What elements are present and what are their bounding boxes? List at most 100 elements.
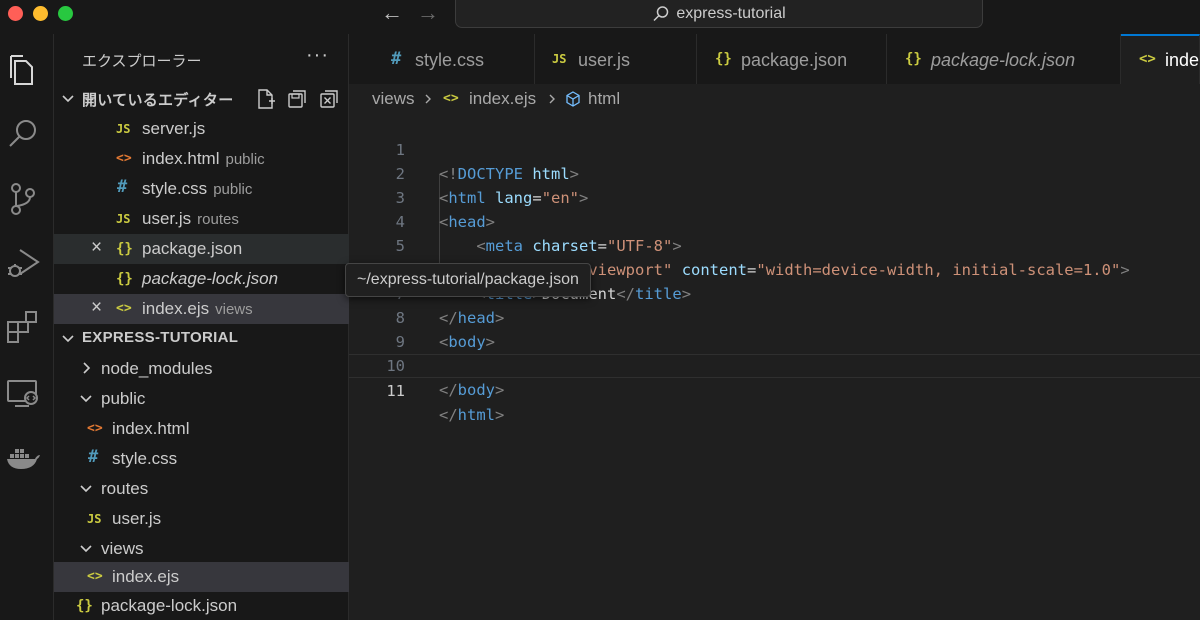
code-line: 9 xyxy=(349,306,1200,351)
new-file-icon[interactable] xyxy=(254,88,276,110)
json-file-icon: {} xyxy=(116,271,133,287)
tree-label: routes xyxy=(101,479,149,498)
open-editor-item[interactable]: # style.css public xyxy=(54,174,349,204)
title-bar: ← → express-tutorial xyxy=(0,0,1200,34)
tab-user-js[interactable]: JS user.js xyxy=(535,34,697,84)
tree-file[interactable]: # style.css xyxy=(54,444,349,474)
open-editor-item[interactable]: <> index.html public xyxy=(54,144,349,174)
tab-label: package-lock.json xyxy=(931,50,1076,70)
open-editor-label: style.css xyxy=(142,179,208,198)
editor-tab-bar: # style.css JS user.js {} package.json {… xyxy=(349,34,1200,84)
tab-label: inde xyxy=(1165,50,1200,70)
docker-icon[interactable] xyxy=(5,442,41,478)
open-editor-item[interactable]: × {} package.json xyxy=(54,234,349,264)
tab-package-lock-json[interactable]: {} package-lock.json xyxy=(887,34,1121,84)
css-file-icon: # xyxy=(88,447,99,467)
open-editor-label: user.js xyxy=(142,209,192,228)
open-editors-header[interactable]: 開いているエディター xyxy=(54,84,349,114)
explorer-header: エクスプローラー ··· xyxy=(54,34,349,84)
file-path-tooltip: ~/express-tutorial/package.json xyxy=(345,263,591,297)
close-editor-icon[interactable]: × xyxy=(91,237,102,259)
tree-folder[interactable]: routes xyxy=(54,474,349,504)
line-number: 11 xyxy=(386,382,405,400)
remote-explorer-icon[interactable] xyxy=(5,376,41,412)
symbol-class-icon xyxy=(566,91,580,107)
code-line: 5 <meta name="viewport" content="width=d… xyxy=(349,210,1200,279)
tree-folder[interactable]: node_modules xyxy=(54,354,349,384)
tab-style-css[interactable]: # style.css xyxy=(349,34,535,84)
tree-file[interactable]: <> index.html xyxy=(54,414,349,444)
tree-label: public xyxy=(101,389,146,408)
open-editor-label: server.js xyxy=(142,119,206,138)
code-line: 3 <head> xyxy=(349,162,1200,231)
code-line: 6 <title>Document</title> xyxy=(349,234,1200,303)
tree-file[interactable]: JS user.js xyxy=(54,504,349,534)
tree-file[interactable]: {} package-lock.json xyxy=(54,591,349,620)
close-editor-icon[interactable]: × xyxy=(91,297,102,319)
tab-package-json[interactable]: {} package.json xyxy=(697,34,887,84)
breadcrumb-folder[interactable]: views xyxy=(372,89,415,109)
zoom-window-button[interactable] xyxy=(58,6,73,21)
js-file-icon: JS xyxy=(116,212,131,226)
open-editor-item[interactable]: JS server.js xyxy=(54,114,349,144)
run-debug-icon[interactable] xyxy=(5,244,41,280)
chevron-down-icon xyxy=(62,95,74,103)
tree-label: user.js xyxy=(112,509,162,528)
tree-label: node_modules xyxy=(101,359,213,378)
source-control-icon[interactable] xyxy=(5,180,41,216)
ejs-file-icon: <> xyxy=(116,301,132,316)
tree-label: index.html xyxy=(112,419,190,438)
tab-label: package.json xyxy=(741,50,848,70)
open-editor-desc: public xyxy=(213,181,253,198)
explorer-sidebar: エクスプローラー ··· 開いているエディター JS server.js <> … xyxy=(54,34,349,620)
html-file-icon: <> xyxy=(87,421,103,436)
code-line: 4 <meta charset="UTF-8"> xyxy=(349,186,1200,255)
json-file-icon: {} xyxy=(905,51,922,67)
forward-arrow-icon[interactable]: → xyxy=(417,2,439,24)
tree-label: style.css xyxy=(112,449,178,468)
command-center-search[interactable]: express-tutorial xyxy=(455,0,983,28)
tab-label: style.css xyxy=(415,50,485,70)
open-editor-item[interactable]: {} package-lock.json xyxy=(54,264,349,294)
project-folder-header[interactable]: EXPRESS-TUTORIAL xyxy=(54,324,349,354)
json-file-icon: {} xyxy=(715,51,732,67)
close-all-editors-icon[interactable] xyxy=(318,88,340,110)
code-editor[interactable]: 1 <!DOCTYPE html> 2 <html lang="en"> 3 <… xyxy=(349,114,1200,620)
tree-folder[interactable]: public xyxy=(54,384,349,414)
extensions-icon[interactable] xyxy=(5,309,41,345)
code-line: 1 <!DOCTYPE html> xyxy=(349,114,1200,183)
breadcrumb-file[interactable]: index.ejs xyxy=(469,89,536,109)
save-all-icon[interactable] xyxy=(286,88,308,110)
files-icon[interactable] xyxy=(5,52,41,88)
more-actions-icon[interactable]: ··· xyxy=(306,44,329,67)
code-line-current: 11 </html> xyxy=(349,354,1200,424)
chevron-down-icon xyxy=(80,545,92,553)
ejs-file-icon: <> xyxy=(443,91,459,106)
tree-label: index.ejs xyxy=(112,567,180,586)
code-line: 10 </body> xyxy=(349,330,1200,399)
chevron-down-icon xyxy=(62,335,74,343)
explorer-title: エクスプローラー xyxy=(82,53,202,70)
minimize-window-button[interactable] xyxy=(33,6,48,21)
code-line: 2 <html lang="en"> xyxy=(349,138,1200,207)
chevron-right-icon xyxy=(549,94,555,104)
close-window-button[interactable] xyxy=(8,6,23,21)
open-editors-title: 開いているエディター xyxy=(82,92,234,109)
back-arrow-icon[interactable]: ← xyxy=(381,2,403,24)
open-editor-item[interactable]: JS user.js routes xyxy=(54,204,349,234)
breadcrumb-symbol[interactable]: html xyxy=(588,89,620,109)
breadcrumb: views <> index.ejs html xyxy=(349,84,1200,114)
project-title: EXPRESS-TUTORIAL xyxy=(82,329,239,346)
ejs-file-icon: <> xyxy=(1139,51,1156,67)
search-activity-icon[interactable] xyxy=(5,116,41,152)
tree-file[interactable]: <> index.ejs xyxy=(54,562,349,592)
tree-folder[interactable]: views xyxy=(54,534,349,564)
css-file-icon: # xyxy=(391,49,402,69)
open-editor-item[interactable]: × <> index.ejs views xyxy=(54,294,349,324)
tab-label: user.js xyxy=(578,50,631,70)
open-editor-label: index.ejs xyxy=(142,299,210,318)
tab-index-ejs[interactable]: <> inde xyxy=(1121,34,1200,84)
open-editor-label: index.html xyxy=(142,149,220,168)
open-editor-label: package-lock.json xyxy=(142,269,279,288)
chevron-right-icon xyxy=(83,362,91,374)
